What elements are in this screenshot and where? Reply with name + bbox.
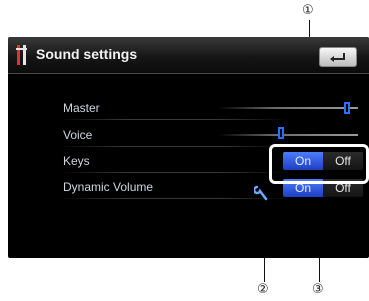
callout-3: ③ <box>312 282 324 297</box>
page-title: Sound settings <box>36 46 138 62</box>
setting-label-dynamic-volume: Dynamic Volume <box>63 180 154 194</box>
callout-2: ② <box>257 282 269 297</box>
voice-slider-track[interactable] <box>218 134 358 136</box>
master-slider-track[interactable] <box>218 107 358 109</box>
row-divider <box>58 172 288 173</box>
setting-label-keys: Keys <box>63 154 90 168</box>
setting-label-voice: Voice <box>63 128 93 142</box>
return-arrow-icon <box>330 53 345 62</box>
title-bar: Sound settings <box>8 37 369 74</box>
wrench-icon[interactable] <box>254 185 268 201</box>
row-divider <box>58 119 288 120</box>
row-divider <box>58 146 288 147</box>
back-button[interactable] <box>319 47 357 67</box>
voice-slider-knob[interactable] <box>278 127 284 139</box>
device-screen: Sound settings Master Voice Keys On Off … <box>8 37 369 258</box>
setting-label-master: Master <box>63 101 100 115</box>
callout-1: ① <box>302 3 314 18</box>
settings-icon <box>16 45 27 65</box>
toggle-highlight-frame <box>269 144 369 184</box>
master-slider-knob[interactable] <box>344 102 350 114</box>
